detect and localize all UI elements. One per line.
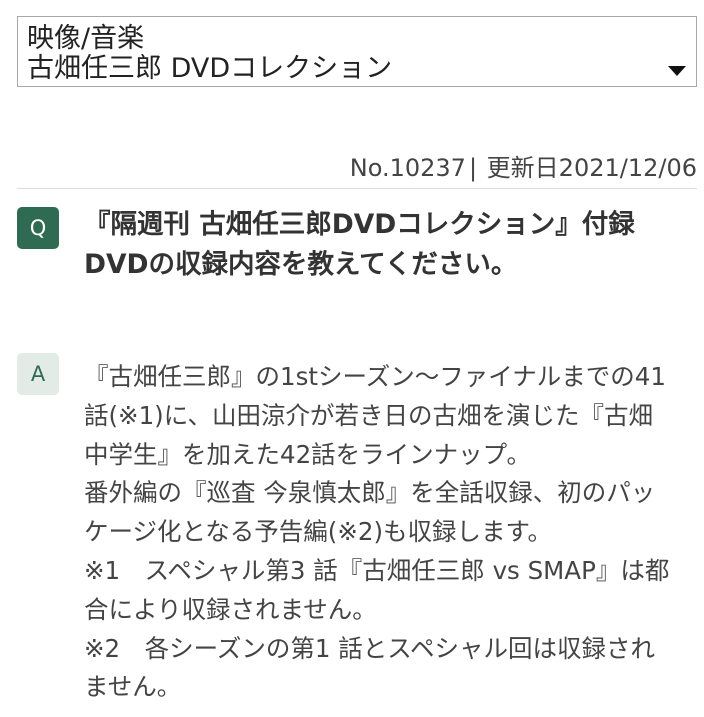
question-line: DVDの収録内容を教えてください。 [84,249,518,280]
answer-text: 『古畑任三郎』の1stシーズン〜ファイナルまでの41 話(※1)に、山田涼介が若… [84,358,698,707]
answer-line: ケージ化となる予告編(※2)も収録します。 [84,517,553,547]
category-parent-label: 映像/音楽 [27,23,145,54]
answer-badge-icon: A [17,353,59,395]
category-selected-value: 古畑任三郎 DVDコレクション [27,53,393,84]
answer-line: 番外編の『巡査 今泉慎太郎』を全話収録、初のパッ [84,478,656,508]
answer-line: ません。 [84,672,182,702]
divider [17,188,697,189]
answer-line: ※2 各シーズンの第1 話とスペシャル回は収録され [84,633,656,663]
category-dropdown[interactable]: 映像/音楽 古畑任三郎 DVDコレクション [17,16,697,87]
question-badge-icon: Q [17,207,59,249]
updated-date: 更新日2021/12/06 [486,154,697,182]
question-text: 『隔週刊 古畑任三郎DVDコレクション』付録 DVDの収録内容を教えてください。 [84,205,696,285]
answer-line: ※1 スペシャル第3 話『古畑任三郎 vs SMAP』は都 [84,555,670,585]
answer-line: 『古畑任三郎』の1stシーズン〜ファイナルまでの41 [84,362,666,391]
faq-number: No.10237 [349,154,466,182]
faq-meta: No.10237 | 更新日2021/12/06 [350,150,697,186]
answer-line: 合により収録されません。 [84,594,377,624]
answer-line: 中学生』を加えた42話をラインナップ。 [84,439,531,469]
chevron-down-icon [668,66,686,76]
question-line: 『隔週刊 古畑任三郎DVDコレクション』付録 [84,209,635,240]
meta-separator: | [468,154,478,182]
answer-line: 話(※1)に、山田涼介が若き日の古畑を演じた『古畑 [84,400,653,430]
